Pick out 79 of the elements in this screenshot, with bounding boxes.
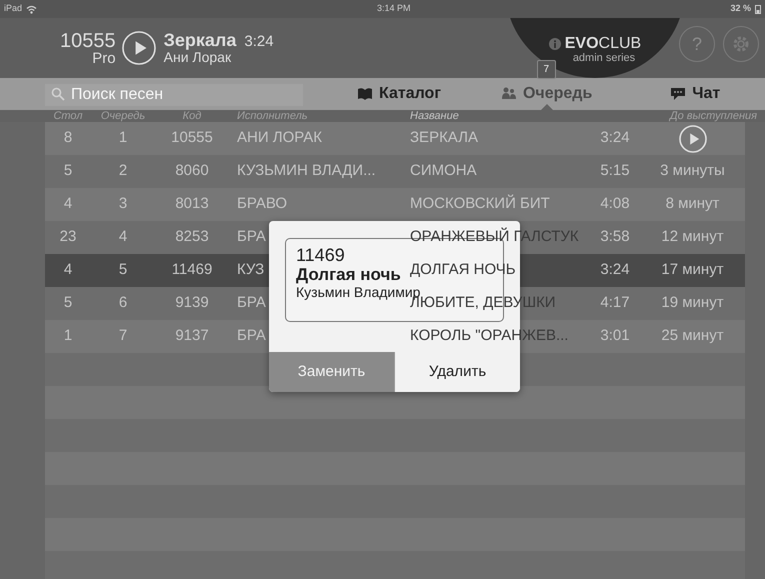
column-header: Очередь	[100, 110, 146, 122]
column-header: Код	[182, 110, 202, 122]
table-cell-text: 12 минут	[661, 227, 724, 248]
tab[interactable]: Каталог	[353, 80, 445, 108]
table-cell: 3:24	[600, 129, 630, 146]
column-header: Исполнитель	[237, 110, 308, 122]
search-field[interactable]: Поиск песен	[45, 84, 303, 106]
chat-icon	[670, 86, 686, 102]
table-cell: 5	[64, 162, 72, 180]
table-cell-text: 8 минут	[666, 194, 720, 214]
table-cell-text: 19 минут	[661, 293, 724, 314]
column-header: Название	[410, 110, 459, 122]
table-cell-text: 17 минут	[661, 260, 724, 280]
table-cell: 7	[118, 327, 128, 344]
table-cell: ЗЕРКАЛА	[410, 129, 478, 146]
table-cell: КУЗ	[237, 261, 264, 278]
tab[interactable]: Очередь	[496, 80, 596, 108]
table-cell: 4:17	[600, 294, 630, 312]
table-cell: 3:24	[600, 261, 630, 278]
table-cell: БРА	[237, 294, 266, 312]
table-cell: 4	[64, 261, 72, 278]
table-cell: АНИ ЛОРАК	[237, 129, 322, 146]
song-duration: 3:24	[244, 34, 274, 50]
song-code: 10555	[60, 30, 116, 50]
battery-icon	[755, 4, 761, 14]
table-cell: 8013	[175, 195, 209, 212]
table-cell: 1	[118, 129, 128, 146]
table-cell: 11469	[172, 261, 212, 278]
wifi-icon	[26, 4, 38, 14]
table-cell: 3	[118, 195, 128, 212]
table-cell: МОСКОВСКИЙ БИТ	[410, 195, 550, 212]
gear-icon	[731, 34, 751, 54]
table-cell: КУЗЬМИН ВЛАДИ...	[237, 162, 376, 180]
play-icon[interactable]	[678, 124, 706, 152]
replace-button[interactable]: Заменить	[269, 352, 394, 392]
table-cell: СИМОНА	[410, 162, 477, 180]
table-cell: 4:08	[600, 195, 630, 212]
table-cell: БРАВО	[237, 195, 288, 212]
table-cell-text: 3 минуты	[660, 161, 725, 182]
count-badge: 7	[536, 60, 556, 79]
people-icon	[500, 86, 517, 102]
column-header: До выступления	[670, 110, 757, 122]
tab[interactable]: Чат	[666, 80, 724, 108]
tier-label: Pro	[92, 50, 116, 66]
table-cell: 23	[60, 228, 76, 246]
logo-text: EVOCLUB	[564, 36, 642, 52]
battery-level: 32 %	[730, 2, 751, 16]
table-cell: 1	[64, 327, 72, 344]
table-cell: БРА	[237, 327, 266, 344]
table-cell-text: 25 минут	[661, 326, 724, 346]
table-cell: 5	[118, 261, 128, 278]
table-cell: 5:15	[600, 162, 630, 180]
device-label: iPad	[4, 2, 22, 16]
table-cell: БРА	[237, 228, 266, 246]
table-cell: 3:58	[600, 228, 630, 246]
play-button[interactable]	[122, 31, 156, 65]
table-cell: 9137	[175, 327, 209, 344]
table-cell: 3:01	[600, 327, 630, 344]
song-artist: Ани Лорак	[164, 50, 232, 65]
table-cell: 8253	[175, 228, 209, 246]
song-title: Зеркала	[164, 31, 236, 50]
column-header: Стол	[53, 110, 83, 122]
delete-button[interactable]: Удалить	[394, 352, 520, 392]
search-icon	[51, 87, 65, 101]
table-cell: 8	[64, 129, 72, 146]
dialog-title: Долгая ночь	[296, 266, 401, 284]
table-cell: 8060	[175, 162, 209, 180]
table-cell: 2	[118, 162, 128, 180]
logo-subtitle: admin series	[572, 52, 636, 64]
table-cell: 6	[118, 294, 128, 312]
info-icon	[548, 38, 561, 50]
status-time: 3:14 PM	[377, 2, 411, 16]
dialog-code: 11469	[296, 246, 345, 266]
table-cell: 10555	[171, 129, 213, 146]
table-cell: 9139	[175, 294, 209, 312]
table-cell: 5	[64, 294, 72, 312]
table-cell: 4	[64, 195, 72, 212]
table-cell: 4	[118, 228, 128, 246]
book-icon	[357, 86, 373, 102]
